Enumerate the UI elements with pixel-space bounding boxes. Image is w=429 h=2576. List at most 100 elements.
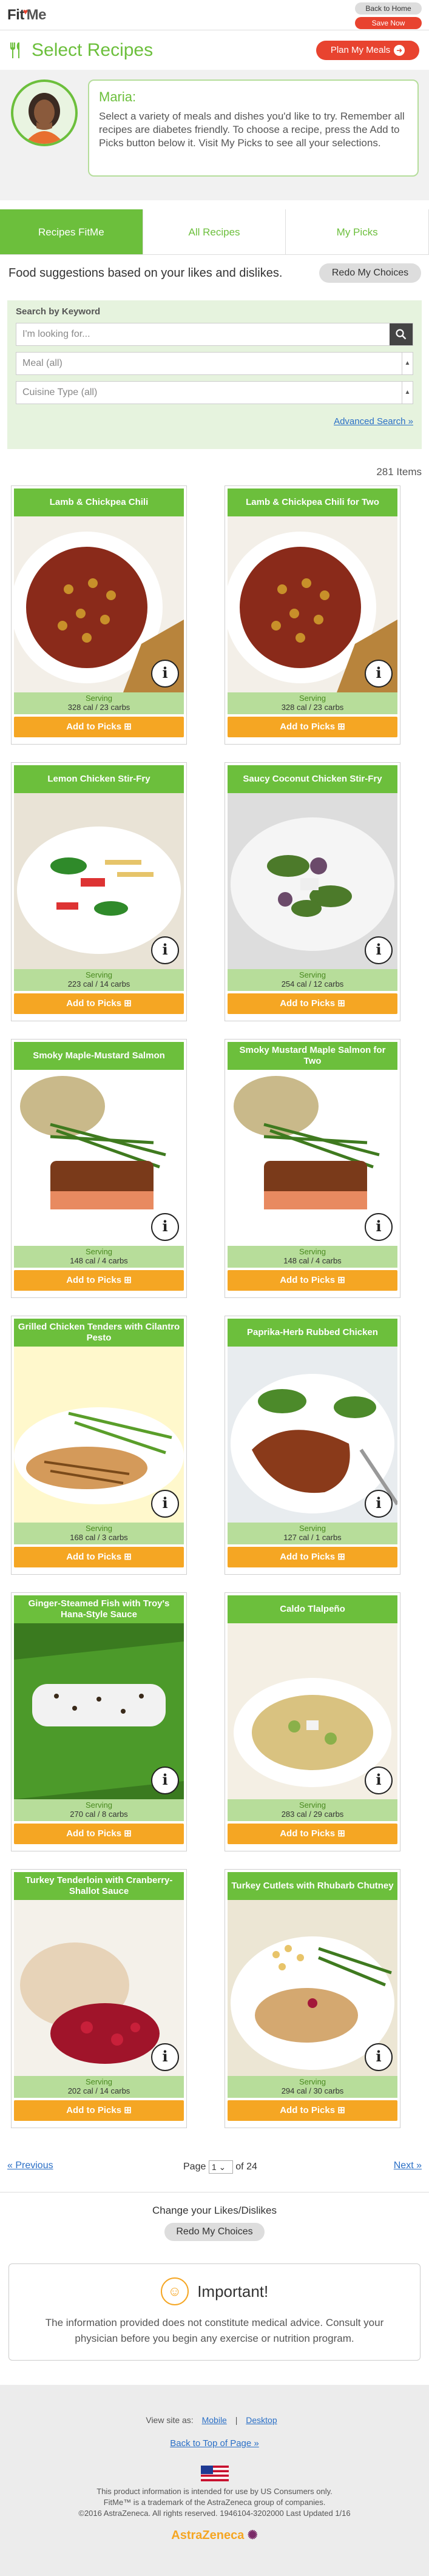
change-likes-section: Change your Likes/Dislikes Redo My Choic…	[0, 2192, 429, 2241]
serving-label: Serving	[85, 970, 113, 979]
recipe-image[interactable]: i	[228, 1070, 397, 1246]
info-icon[interactable]: i	[365, 1490, 393, 1518]
recipe-title[interactable]: Grilled Chicken Tenders with Cilantro Pe…	[14, 1319, 184, 1347]
add-to-picks-button[interactable]: Add to Picks ⊞	[14, 1270, 184, 1291]
view-as-label: View site as:	[146, 2415, 194, 2425]
recipe-image[interactable]: i	[14, 1623, 184, 1799]
recipe-card: Ginger-Steamed Fish with Troy's Hana-Sty…	[11, 1592, 187, 1851]
page-select[interactable]: 1 ⌄	[208, 2160, 233, 2174]
info-icon[interactable]: i	[365, 660, 393, 688]
add-to-picks-button[interactable]: Add to Picks ⊞	[228, 2100, 397, 2121]
info-icon[interactable]: i	[151, 936, 179, 964]
recipe-title[interactable]: Lemon Chicken Stir-Fry	[14, 765, 184, 793]
redo-choices-bottom-button[interactable]: Redo My Choices	[164, 2223, 265, 2241]
serving-label: Serving	[85, 1800, 113, 1810]
recipe-title[interactable]: Smoky Maple-Mustard Salmon	[14, 1042, 184, 1070]
serving-label: Serving	[299, 1800, 326, 1810]
info-icon[interactable]: i	[151, 1766, 179, 1794]
serving-label: Serving	[299, 1524, 326, 1533]
meal-select[interactable]: Meal (all) ▲	[16, 352, 413, 375]
fork-knife-icon	[10, 42, 19, 58]
serving-info: Serving 202 cal / 14 carbs	[14, 2076, 184, 2098]
add-to-picks-button[interactable]: Add to Picks ⊞	[228, 1824, 397, 1844]
info-icon[interactable]: i	[365, 1766, 393, 1794]
info-icon[interactable]: i	[365, 2043, 393, 2071]
serving-info: Serving 283 cal / 29 carbs	[228, 1799, 397, 1821]
add-to-picks-button[interactable]: Add to Picks ⊞	[14, 717, 184, 737]
recipe-image[interactable]: i	[14, 1900, 184, 2076]
recipe-image[interactable]: i	[228, 516, 397, 692]
info-icon[interactable]: i	[365, 936, 393, 964]
recipe-image[interactable]: i	[228, 1623, 397, 1799]
back-to-home-button[interactable]: Back to Home	[355, 2, 422, 15]
cuisine-select-value: Cuisine Type (all)	[22, 387, 98, 397]
recipe-image[interactable]: i	[14, 793, 184, 969]
tab-my-picks[interactable]: My Picks	[286, 209, 429, 254]
recipe-title[interactable]: Paprika-Herb Rubbed Chicken	[228, 1319, 397, 1347]
recipe-title[interactable]: Saucy Coconut Chicken Stir-Fry	[228, 765, 397, 793]
info-icon[interactable]: i	[151, 2043, 179, 2071]
add-to-picks-button[interactable]: Add to Picks ⊞	[14, 2100, 184, 2121]
mobile-link[interactable]: Mobile	[202, 2415, 227, 2425]
recipe-title[interactable]: Turkey Tenderloin with Cranberry-Shallot…	[14, 1872, 184, 1900]
recipe-title[interactable]: Smoky Mustard Maple Salmon for Two	[228, 1042, 397, 1070]
serving-info: Serving 328 cal / 23 carbs	[228, 692, 397, 714]
plan-my-meals-button[interactable]: Plan My Meals ➜	[316, 41, 419, 60]
recipe-title[interactable]: Lamb & Chickpea Chili for Two	[228, 488, 397, 516]
fitme-logo[interactable]: Fit♥Me	[7, 7, 46, 24]
us-flag-icon	[200, 2466, 229, 2481]
pagination: « Previous Page 1 ⌄ of 24 Next »	[7, 2160, 422, 2179]
add-to-picks-button[interactable]: Add to Picks ⊞	[14, 993, 184, 1014]
recipe-card: Smoky Maple-Mustard Salmon i Serving 148 ca…	[11, 1039, 187, 1298]
important-heading: Important!	[197, 2282, 269, 2300]
add-to-picks-button[interactable]: Add to Picks ⊞	[228, 717, 397, 737]
info-icon[interactable]: i	[151, 1490, 179, 1518]
tab-recipes-fitme[interactable]: Recipes FitMe	[0, 209, 143, 254]
add-to-picks-button[interactable]: Add to Picks ⊞	[14, 1547, 184, 1567]
info-icon[interactable]: i	[151, 660, 179, 688]
search-icon[interactable]	[390, 323, 413, 345]
important-notice: ☺ Important! The information provided do…	[8, 2263, 421, 2361]
cuisine-select[interactable]: Cuisine Type (all) ▲	[16, 381, 413, 404]
tab-all-recipes[interactable]: All Recipes	[143, 209, 286, 254]
recipe-image[interactable]: i	[228, 1900, 397, 2076]
recipe-title[interactable]: Lamb & Chickpea Chili	[14, 488, 184, 516]
serving-label: Serving	[299, 1247, 326, 1256]
desktop-link[interactable]: Desktop	[246, 2415, 277, 2425]
calories-carbs: 148 cal / 4 carbs	[70, 1256, 128, 1265]
add-to-picks-button[interactable]: Add to Picks ⊞	[228, 993, 397, 1014]
add-to-picks-button[interactable]: Add to Picks ⊞	[14, 1824, 184, 1844]
recipe-image[interactable]: i	[228, 793, 397, 969]
calories-carbs: 168 cal / 3 carbs	[70, 1533, 128, 1542]
calories-carbs: 283 cal / 29 carbs	[281, 1810, 344, 1819]
add-to-picks-button[interactable]: Add to Picks ⊞	[228, 1270, 397, 1291]
serving-info: Serving 168 cal / 3 carbs	[14, 1523, 184, 1544]
recipe-title[interactable]: Caldo Tlalpeño	[228, 1595, 397, 1623]
recipe-title[interactable]: Turkey Cutlets with Rhubarb Chutney	[228, 1872, 397, 1900]
recipe-image[interactable]: i	[228, 1347, 397, 1523]
suggestion-row: Food suggestions based on your likes and…	[8, 261, 421, 285]
item-count: 281 Items	[376, 466, 422, 478]
astrazeneca-logo: AstraZeneca ✺	[171, 2529, 258, 2542]
add-to-picks-button[interactable]: Add to Picks ⊞	[228, 1547, 397, 1567]
info-icon[interactable]: i	[151, 1213, 179, 1241]
save-now-button[interactable]: Save Now	[355, 17, 422, 29]
recipe-image[interactable]: i	[14, 1070, 184, 1246]
previous-page-link[interactable]: « Previous	[7, 2160, 53, 2171]
top-bar: Fit♥Me Back to Home Save Now	[0, 0, 429, 30]
redo-choices-button[interactable]: Redo My Choices	[319, 263, 421, 283]
recipe-title[interactable]: Ginger-Steamed Fish with Troy's Hana-Sty…	[14, 1595, 184, 1623]
calories-carbs: 270 cal / 8 carbs	[70, 1810, 128, 1819]
advanced-search-link[interactable]: Advanced Search »	[16, 416, 413, 427]
serving-label: Serving	[85, 1524, 113, 1533]
recipe-image[interactable]: i	[14, 1347, 184, 1523]
serving-label: Serving	[85, 1247, 113, 1256]
info-icon[interactable]: i	[365, 1213, 393, 1241]
astrazeneca-logo-text: AstraZeneca	[171, 2529, 245, 2542]
keyword-search-input[interactable]: I'm looking for...	[16, 323, 413, 346]
next-page-link[interactable]: Next »	[394, 2160, 422, 2171]
recipe-card: Smoky Mustard Maple Salmon for Two i Servi…	[225, 1039, 400, 1298]
recipe-image[interactable]: i	[14, 516, 184, 692]
back-to-top-link[interactable]: Back to Top of Page »	[0, 2438, 429, 2449]
recipe-card: Lamb & Chickpea Chili i Serving 328 cal / 2…	[11, 485, 187, 745]
